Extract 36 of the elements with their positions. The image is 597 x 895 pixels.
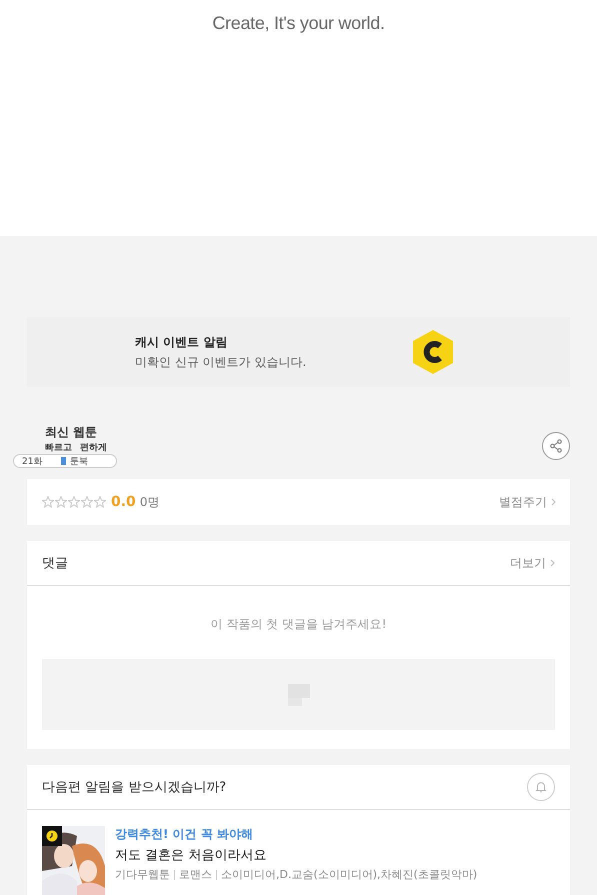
bell-icon bbox=[534, 780, 548, 794]
book-icon bbox=[61, 457, 66, 465]
work-title[interactable]: 저도 결혼은 처음이라서요 bbox=[115, 846, 478, 864]
work-meta: 소이미디어,D.교숨(소이미디어),차혜진(초콜릿악마) bbox=[221, 867, 478, 882]
slogan: Create, It's your world. bbox=[212, 13, 385, 35]
chevron-right-icon bbox=[550, 559, 555, 567]
tagline: 편하게 bbox=[80, 442, 107, 454]
rate-link[interactable]: 별점주기 bbox=[499, 494, 547, 510]
category-label: 최신 웹툰 bbox=[45, 424, 98, 441]
more-link[interactable]: 더보기 bbox=[510, 554, 546, 572]
star-icon[interactable] bbox=[55, 496, 67, 508]
notify-question: 다음편 알림을 받으시겠습니까? bbox=[42, 779, 226, 796]
chevron-right-icon bbox=[551, 498, 556, 506]
share-button[interactable] bbox=[542, 432, 570, 460]
star-icon[interactable] bbox=[94, 496, 106, 508]
promo-tag: 강력추천! 이건 꼭 봐야해 bbox=[115, 826, 478, 843]
episode-count: 21화 bbox=[22, 456, 42, 468]
bell-button[interactable] bbox=[527, 773, 555, 801]
tagline: 빠르고 bbox=[45, 442, 72, 454]
share-icon bbox=[549, 439, 563, 453]
coin-icon bbox=[411, 329, 455, 375]
episode-pill[interactable]: 21화 툰북 bbox=[13, 454, 117, 468]
badge-label: 툰북 bbox=[70, 456, 88, 468]
section-title: 댓글 bbox=[42, 555, 68, 572]
rating-score: 0.0 bbox=[111, 494, 136, 510]
star-icon[interactable] bbox=[42, 496, 54, 508]
clock-icon bbox=[42, 826, 62, 846]
work-meta: 기다무웹툰 bbox=[115, 867, 170, 882]
star-icon[interactable] bbox=[81, 496, 93, 508]
banner-title: 캐시 이벤트 알림 bbox=[135, 334, 228, 350]
work-meta: 로맨스 bbox=[179, 867, 212, 882]
banner-message: 미확인 신규 이벤트가 있습니다. bbox=[135, 354, 306, 370]
empty-message: 이 작품의 첫 댓글을 남겨주세요! bbox=[209, 616, 388, 633]
star-icon[interactable] bbox=[68, 496, 80, 508]
rating-count: 0명 bbox=[140, 494, 160, 510]
cash-event-banner[interactable]: 캐시 이벤트 알림 미확인 신규 이벤트가 있습니다. bbox=[27, 317, 570, 387]
